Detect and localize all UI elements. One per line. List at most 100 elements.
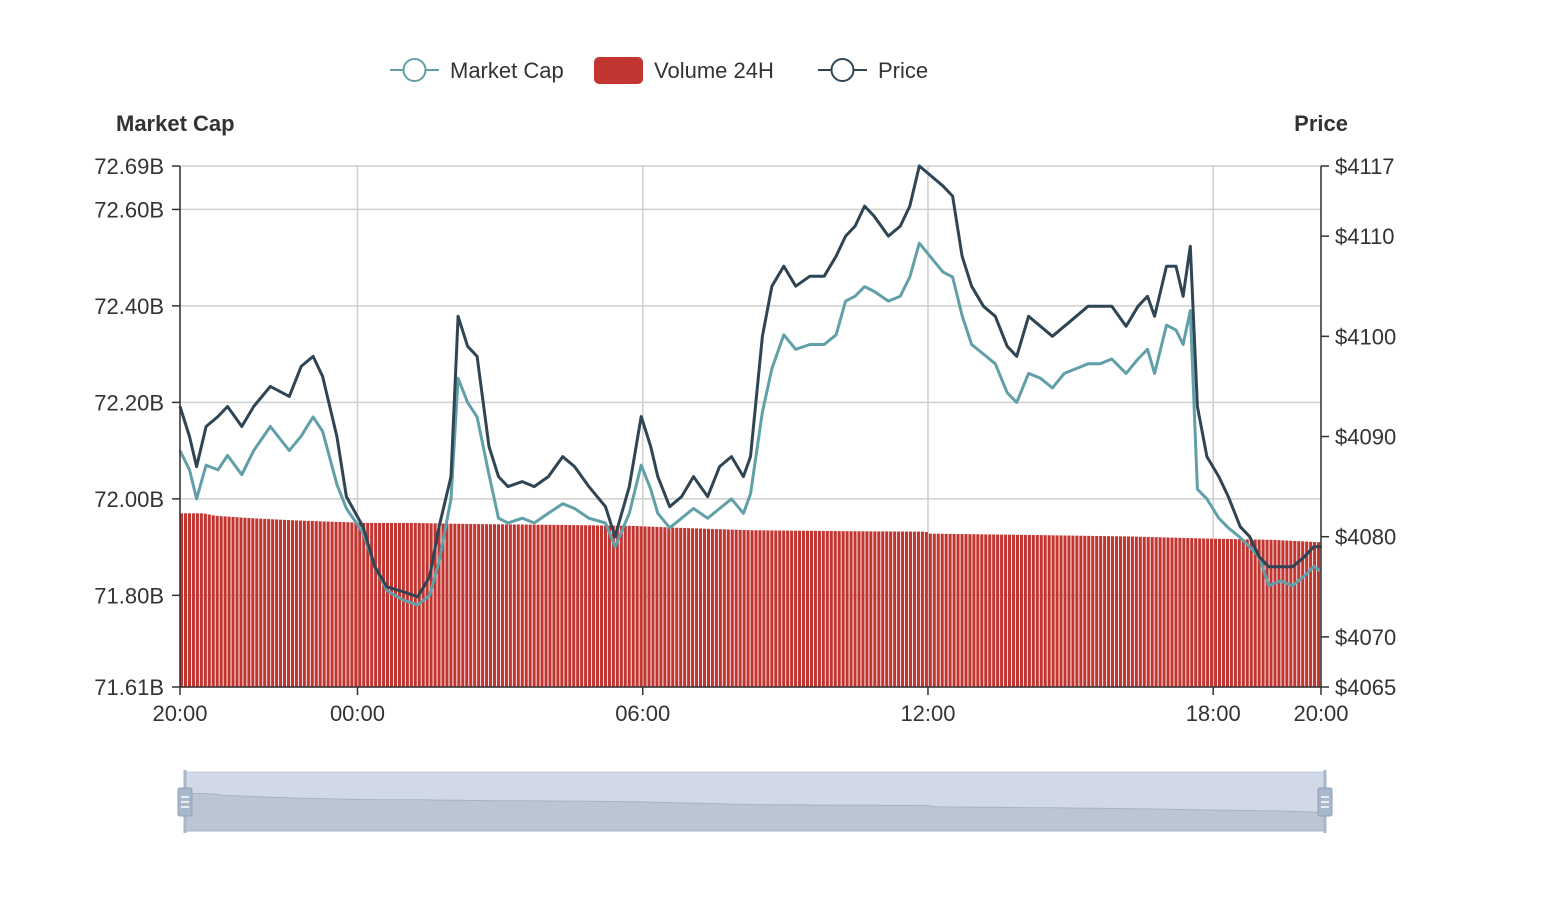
volume-bar (223, 516, 227, 687)
volume-bar (306, 520, 310, 687)
volume-bar (1182, 537, 1186, 687)
volume-bar (1039, 535, 1043, 687)
volume-bar (548, 524, 552, 687)
volume-bar (940, 533, 944, 687)
volume-bar (825, 531, 829, 687)
volume-bar (611, 525, 615, 687)
volume-bar (695, 528, 699, 687)
volume-bar (397, 522, 401, 687)
volume-bar (1071, 535, 1075, 687)
volume-bar (742, 530, 746, 687)
volume-bar (718, 529, 722, 687)
x-tick-label: 12:00 (900, 701, 955, 726)
volume-bar (1198, 538, 1202, 687)
volume-bar (1285, 540, 1289, 687)
zoom-slider[interactable] (177, 770, 1333, 833)
volume-bar (1130, 536, 1134, 687)
volume-bar (389, 522, 394, 687)
volume-bar (1091, 535, 1095, 687)
legend-label: Market Cap (450, 58, 564, 83)
legend[interactable]: Market Cap Volume 24H Price (390, 57, 928, 84)
legend-item-volume-24h[interactable]: Volume 24H (594, 57, 774, 84)
volume-bar (778, 530, 782, 687)
volume-bar (421, 523, 425, 687)
volume-bar (1019, 534, 1023, 687)
volume-bar (1313, 541, 1317, 687)
volume-bar (702, 528, 707, 687)
volume-bar (1099, 536, 1103, 687)
volume-bar (568, 525, 572, 687)
chart-stage: Market Cap Volume 24H Price Market Cap Pri… (0, 0, 1542, 918)
volume-bar (302, 520, 306, 687)
volume-bar (1063, 535, 1067, 687)
left-axis-title: Market Cap (116, 111, 235, 136)
volume-bar (1047, 535, 1051, 687)
volume-bar (655, 526, 659, 687)
volume-bar (952, 533, 956, 687)
volume-bar (1067, 535, 1071, 687)
volume-bar (1051, 535, 1055, 687)
volume-bar (191, 513, 195, 687)
volume-bar (469, 524, 473, 687)
volume-bar (1289, 540, 1293, 687)
volume-bar (1158, 537, 1162, 687)
left-tick-label: 72.40B (94, 294, 164, 319)
volume-bar (496, 524, 500, 687)
volume-bar (881, 531, 885, 687)
volume-bar (203, 513, 207, 687)
legend-item-price[interactable]: Price (818, 58, 928, 83)
volume-bar (980, 534, 984, 687)
right-axis-title: Price (1294, 111, 1348, 136)
volume-bar (691, 528, 695, 687)
volume-bar (1004, 534, 1008, 687)
volume-bar (314, 521, 318, 687)
volume-bar (187, 513, 191, 687)
volume-bar (774, 530, 778, 687)
volume-bar (706, 528, 710, 687)
volume-bar (877, 531, 881, 687)
volume-bar (330, 521, 334, 687)
x-tick-label: 18:00 (1186, 701, 1241, 726)
volume-bar (283, 519, 287, 687)
volume-bar (564, 524, 568, 687)
volume-bar (405, 522, 409, 687)
volume-bar (346, 522, 350, 687)
volume-bar (334, 521, 338, 687)
right-tick-label: $4100 (1335, 324, 1396, 349)
volume-bar (556, 524, 560, 687)
volume-bar (1015, 534, 1019, 687)
volume-bar (841, 531, 845, 687)
volume-bar (1277, 540, 1281, 687)
volume-bar (1281, 540, 1285, 687)
volume-bar (869, 531, 873, 687)
legend-item-market-cap[interactable]: Market Cap (390, 58, 564, 83)
volume-bar (663, 527, 667, 687)
right-tick-label: $4090 (1335, 425, 1396, 450)
volume-bar (516, 524, 520, 687)
volume-bar (338, 521, 342, 687)
volume-bar (607, 525, 611, 687)
volume-bar (401, 522, 405, 687)
volume-bar (996, 534, 1000, 687)
volume-bar (1210, 538, 1214, 687)
volume-bar (1317, 542, 1321, 687)
left-tick-label: 71.61B (94, 675, 164, 700)
volume-bar (730, 529, 734, 687)
volume-bar (1138, 536, 1142, 687)
volume-bar (481, 524, 485, 687)
volume-bar (603, 525, 607, 687)
volume-bar (183, 513, 188, 687)
volume-bar (429, 523, 433, 687)
volume-bar (1087, 535, 1091, 687)
volume-bar (211, 515, 215, 687)
volume-bar (944, 533, 948, 687)
rounded-rect-icon (594, 57, 643, 84)
x-tick-label: 00:00 (330, 701, 385, 726)
volume-bar (1202, 538, 1206, 687)
volume-bar (956, 534, 960, 687)
volume-bar (378, 522, 382, 687)
volume-bar (639, 526, 643, 687)
volume-bar (1043, 535, 1047, 687)
slider-window[interactable] (185, 772, 1325, 831)
volume-bar (861, 531, 865, 687)
